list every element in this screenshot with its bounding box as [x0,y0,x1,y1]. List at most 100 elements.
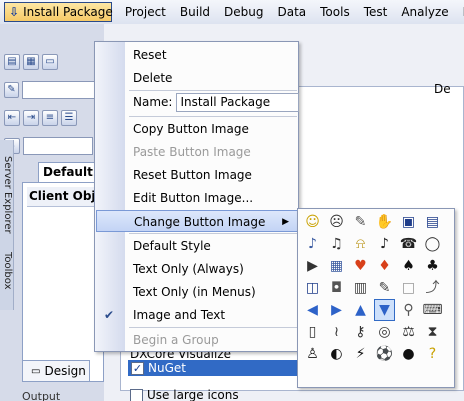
menu-test[interactable]: Test [357,0,395,24]
side-tab-strip: Server Explorer Toolbox [0,140,14,310]
toolbar-row-4: ⇤ ⇥ ≡ ☰ [4,106,104,130]
hourglass-icon[interactable]: ⧗ [422,321,443,343]
arrow-right-icon[interactable]: ▶ [326,299,347,321]
use-large-icons-row[interactable]: Use large icons [130,386,239,401]
check-icon: ✔ [104,308,115,322]
menu-analyze[interactable]: Analyze [394,0,455,24]
name-input[interactable] [176,92,300,112]
toolbar-indent-icon[interactable]: ⇤ [4,110,20,126]
change-button-image-label: Change Button Image [134,215,266,229]
menu-item-text-only-always[interactable]: Text Only (Always) [96,258,298,280]
menu-item-begin-a-group: Begin a Group [133,333,219,347]
question-mark-icon[interactable]: ? [422,343,443,365]
spiral-icon[interactable]: ◎ [374,321,395,343]
menu-item-delete[interactable]: Delete [96,67,298,89]
menu-tools[interactable]: Tools [313,0,357,24]
menu-item-reset[interactable]: Reset [96,44,298,66]
hand-icon[interactable]: ✋ [374,211,395,233]
soccer-ball-icon[interactable]: ⚽ [374,343,395,365]
toolbox-tab[interactable]: Toolbox [0,252,14,290]
menu-build[interactable]: Build [173,0,217,24]
arrow-left-icon[interactable]: ◀ [302,299,323,321]
spade-icon[interactable]: ♠ [398,255,419,277]
eight-ball-icon[interactable]: ● [398,343,419,365]
floppy-disk-icon[interactable]: ▣ [398,211,419,233]
document-body: Client Obje [22,182,104,382]
menu-item-copy-button-image[interactable]: Copy Button Image [96,118,298,140]
runner-icon[interactable]: ⚡ [350,343,371,365]
cup-icon[interactable]: ◘ [326,277,347,299]
sound-waves-icon[interactable]: ≀ [326,321,347,343]
menu-item-edit-button-image[interactable]: Edit Button Image... [96,187,298,209]
image-and-text-label: Image and Text [133,308,226,322]
speech-balloon-icon[interactable]: ◯ [422,233,443,255]
floppy-blue-icon[interactable]: ▤ [422,211,443,233]
menu-project[interactable]: Project [118,0,173,24]
blank-square-icon[interactable]: □ [398,277,419,299]
design-view-tab[interactable]: ▭ Design [22,360,90,382]
keyboard-icon[interactable]: ⌨ [422,299,443,321]
microphone-icon[interactable]: ♪ [302,233,323,255]
magnifier-icon[interactable]: ⚲ [398,299,419,321]
pencil-icon[interactable]: ✎ [374,277,395,299]
server-explorer-tab[interactable]: Server Explorer [0,156,14,234]
calculator-icon[interactable]: ▦ [326,255,347,277]
projector-icon[interactable]: ▶ [302,255,323,277]
output-panel-label: Output [22,390,61,401]
download-arrow-icon: ⇩ [9,5,20,19]
menu-item-paste-button-image: Paste Button Image [133,145,251,159]
toolbar-combo-2[interactable] [23,137,93,155]
frown-icon[interactable]: ☹ [326,211,347,233]
menu-separator [129,116,297,117]
club-icon[interactable]: ♣ [422,255,443,277]
toolbar-align-icon[interactable]: ☰ [61,110,77,126]
book-icon[interactable]: ▯ [302,321,323,343]
menu-dev[interactable]: Dev [456,0,464,24]
person-icon[interactable]: ♙ [302,343,323,365]
toolbar-doc-icon[interactable]: ▤ [4,54,20,70]
speech-bubble-icon[interactable]: ✎ [350,211,371,233]
trash-can-icon[interactable]: ▥ [350,277,371,299]
toolbar-list-icon[interactable]: ≡ [42,110,58,126]
nuget-checkbox[interactable]: ✓ [131,361,144,375]
bucket-icon[interactable]: ◫ [302,277,323,299]
bell-icon[interactable]: ⍾ [350,233,371,255]
button-image-grid: ☺ ☹ ✎ ✋ ▣ ▤ ♪ ♫ ⍾ ♪ ☎ ◯ ▶ ▦ ♥ ♦ ♠ ♣ ◫ ◘ ▥ ✎ □ ⤴ ◀ ▶ ▲ ▼ ⚲ ⌨ ▯ ≀ ⚷ ◎ ⚖ ⧗ ♙ ◐ ⚡ ⚽… [302,211,450,365]
use-large-icons-checkbox[interactable] [130,388,143,401]
scales-icon[interactable]: ⚖ [398,321,419,343]
install-package-toolbar-button[interactable]: ⇩ Install Package [4,2,113,22]
face-profile-icon[interactable]: ◐ [326,343,347,365]
music-note-icon[interactable]: ♪ [374,233,395,255]
exit-icon[interactable]: ⤴ [422,277,443,299]
menu-item-image-and-text[interactable]: ✔ Image and Text [96,304,298,326]
toolbar-combo[interactable] [21,81,104,99]
arrow-up-icon[interactable]: ▲ [350,299,371,321]
telephone-icon[interactable]: ☎ [398,233,419,255]
key-icon[interactable]: ⚷ [350,321,371,343]
diamond-icon[interactable]: ♦ [374,255,395,277]
install-package-label: Install Package [23,5,113,19]
menu-item-text-only-menus[interactable]: Text Only (in Menus) [96,281,298,303]
design-tab-label: Design [44,364,86,378]
menu-item-change-button-image[interactable]: Change Button Image ▶ [96,210,298,232]
toolbar-folder-icon[interactable]: ▭ [42,54,58,70]
design-icon: ▭ [31,365,41,377]
toolbar-row-5: ⇩ [4,134,104,158]
speaker-icon[interactable]: ♫ [326,233,347,255]
menu-item-reset-button-image[interactable]: Reset Button Image [96,164,298,186]
menu-data[interactable]: Data [270,0,313,24]
toolbar-outdent-icon[interactable]: ⇥ [23,110,39,126]
list-item-nuget[interactable]: ✓ NuGet [128,360,298,376]
smiley-icon[interactable]: ☺ [302,211,323,233]
menu-item-default-style[interactable]: Default Style [96,235,298,257]
submenu-arrow-icon: ▶ [282,217,289,227]
toolbar-attach-icon[interactable]: ✎ [4,82,19,98]
nuget-label: NuGet [148,361,186,375]
toolbar-row-3: ✎ [4,78,104,102]
toolbar-grid-icon[interactable]: ▦ [23,54,39,70]
heart-icon[interactable]: ♥ [350,255,371,277]
arrow-down-icon[interactable]: ▼ [374,299,395,321]
menu-debug[interactable]: Debug [217,0,270,24]
client-objects-dropdown[interactable]: Client Obje [27,187,103,207]
background-label-dev: De [434,82,451,96]
